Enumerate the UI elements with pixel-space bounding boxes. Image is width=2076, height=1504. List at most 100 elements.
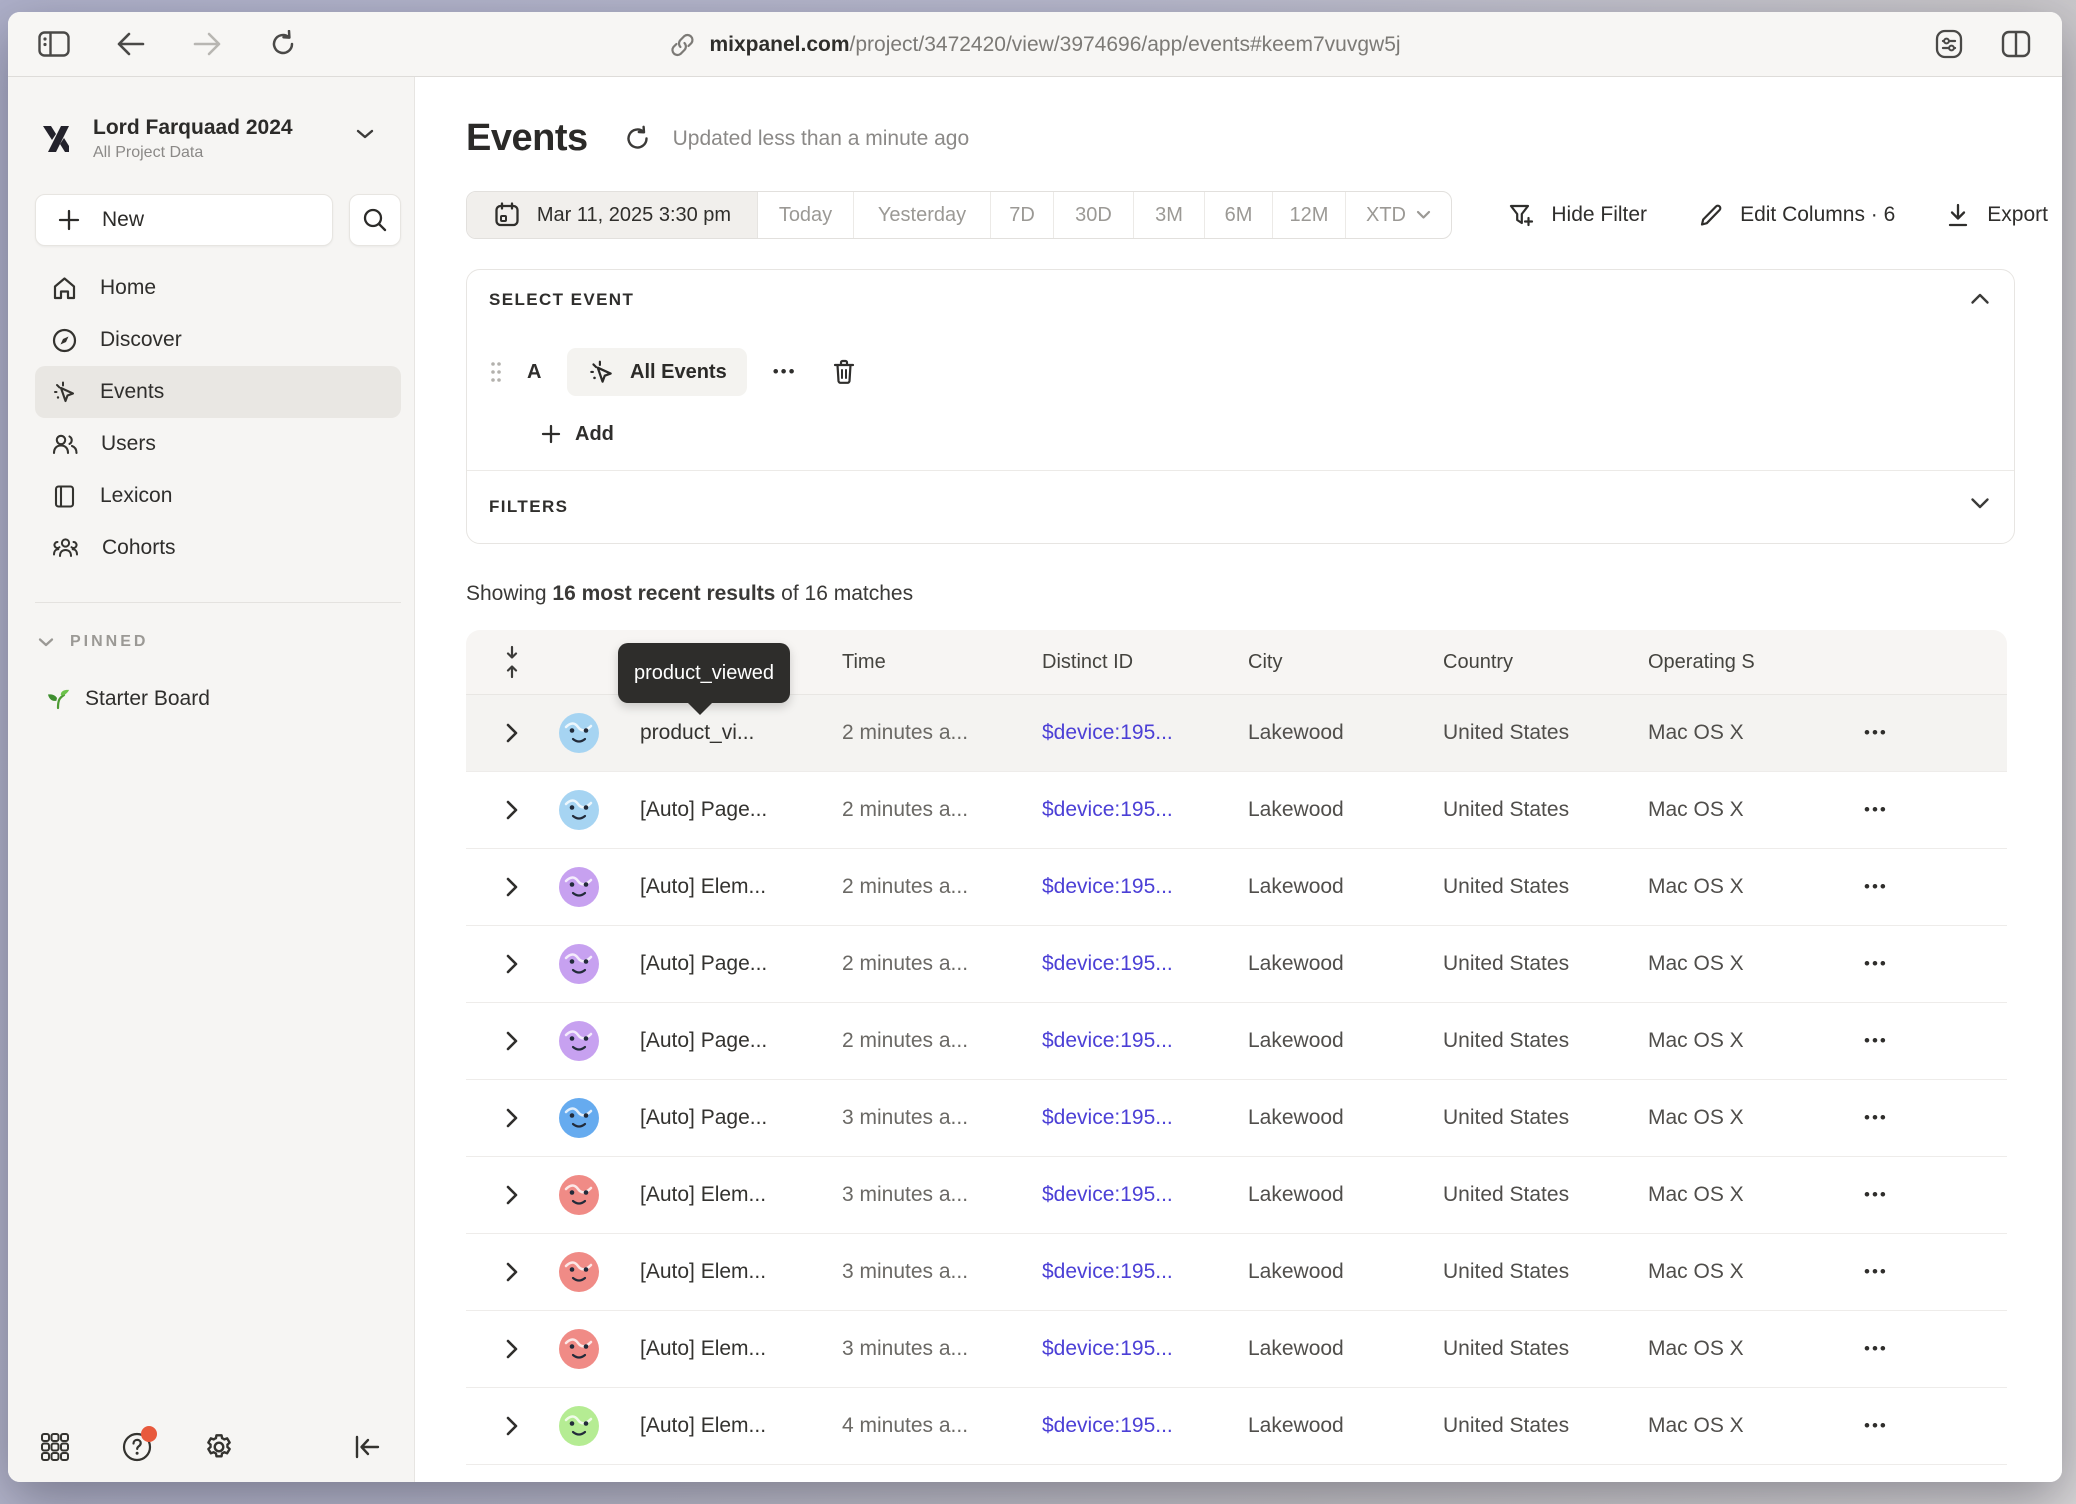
distinct-id-link[interactable]: $device:195...	[1042, 1183, 1173, 1206]
help-button[interactable]	[120, 1430, 154, 1464]
row-actions-button[interactable]: •••	[1864, 723, 1888, 743]
drag-handle-icon[interactable]	[489, 360, 503, 384]
back-button[interactable]	[113, 26, 149, 62]
date-tab-xtd[interactable]: XTD	[1346, 192, 1451, 238]
row-expander[interactable]	[466, 1107, 558, 1129]
date-tab-yesterday[interactable]: Yesterday	[854, 192, 991, 238]
delete-event-button[interactable]	[831, 358, 857, 386]
os-cell: Mac OS X	[1648, 1337, 1838, 1361]
row-actions-button[interactable]: •••	[1864, 800, 1888, 820]
collapse-sidebar-button[interactable]	[350, 1430, 384, 1464]
country-cell: United States	[1443, 1337, 1648, 1361]
date-tab-today[interactable]: Today	[758, 192, 854, 238]
edit-columns-button[interactable]: Edit Columns · 6	[1697, 202, 1895, 229]
date-tab-label: Today	[779, 204, 832, 227]
project-switcher[interactable]: Lord Farquaad 2024 All Project Data	[35, 115, 387, 162]
table-row[interactable]: [Auto] Elem...2 minutes a...$device:195.…	[466, 849, 2007, 926]
distinct-id-link[interactable]: $device:195...	[1042, 1029, 1173, 1052]
event-options-button[interactable]: •••	[773, 362, 797, 382]
settings-button[interactable]	[202, 1430, 236, 1464]
row-expander[interactable]	[466, 722, 558, 744]
distinct-id-link[interactable]: $device:195...	[1042, 721, 1173, 744]
split-view-button[interactable]	[1998, 26, 2034, 62]
export-label: Export	[1987, 203, 2048, 227]
distinct-id-column-header[interactable]: Distinct ID	[1042, 651, 1248, 674]
country-column-header[interactable]: Country	[1443, 651, 1648, 674]
date-tab-30d[interactable]: 30D	[1054, 192, 1134, 238]
compass-icon	[51, 327, 78, 354]
distinct-id-link[interactable]: $device:195...	[1042, 1337, 1173, 1360]
sidebar-item-cohorts[interactable]: Cohorts	[35, 522, 401, 574]
distinct-id-link[interactable]: $device:195...	[1042, 1414, 1173, 1437]
sidebar-item-events[interactable]: Events	[35, 366, 401, 418]
controls-row: Mar 11, 2025 3:30 pm Today Yesterday 7D …	[415, 191, 2062, 239]
table-row[interactable]: [Auto] Elem...3 minutes a...$device:195.…	[466, 1234, 2007, 1311]
sort-column-header[interactable]	[466, 645, 558, 679]
date-picker-segment[interactable]: Mar 11, 2025 3:30 pm	[467, 192, 758, 238]
pinned-header[interactable]: PINNED	[38, 633, 401, 651]
row-expander[interactable]	[466, 1415, 558, 1437]
add-label: Add	[575, 423, 614, 446]
row-actions-button[interactable]: •••	[1864, 1262, 1888, 1282]
distinct-id-link[interactable]: $device:195...	[1042, 1106, 1173, 1129]
row-actions-button[interactable]: •••	[1864, 1108, 1888, 1128]
refresh-data-button[interactable]	[624, 125, 651, 152]
table-row[interactable]	[466, 1465, 2007, 1477]
table-row[interactable]: [Auto] Elem...3 minutes a...$device:195.…	[466, 1311, 2007, 1388]
row-expander[interactable]	[466, 1338, 558, 1360]
page-settings-button[interactable]	[1931, 26, 1967, 62]
row-actions-button[interactable]: •••	[1864, 1185, 1888, 1205]
row-expander[interactable]	[466, 1184, 558, 1206]
os-column-header[interactable]: Operating S	[1648, 651, 1838, 674]
sidebar-item-discover[interactable]: Discover	[35, 314, 401, 366]
cursor-spark-icon	[587, 358, 616, 387]
table-row[interactable]: [Auto] Page...3 minutes a...$device:195.…	[466, 1080, 2007, 1157]
table-row[interactable]: [Auto] Page...2 minutes a...$device:195.…	[466, 772, 2007, 849]
distinct-id-link[interactable]: $device:195...	[1042, 798, 1173, 821]
table-row[interactable]: [Auto] Elem...4 minutes a...$device:195.…	[466, 1388, 2007, 1465]
url-bar[interactable]: mixpanel.com/project/3472420/view/397469…	[669, 12, 1400, 77]
row-actions-button[interactable]: •••	[1864, 877, 1888, 897]
search-button[interactable]	[349, 194, 401, 246]
page-header: Events Updated less than a minute ago	[466, 117, 2062, 160]
city-column-header[interactable]: City	[1248, 651, 1443, 674]
sidebar-item-home[interactable]: Home	[35, 262, 401, 314]
row-actions-button[interactable]: •••	[1864, 1416, 1888, 1436]
table-row[interactable]: [Auto] Page...2 minutes a...$device:195.…	[466, 1003, 2007, 1080]
distinct-id-link[interactable]: $device:195...	[1042, 1260, 1173, 1283]
add-event-button[interactable]: Add	[541, 414, 661, 454]
collapse-section-button[interactable]	[1970, 292, 1990, 305]
sidebar-item-users[interactable]: Users	[35, 418, 401, 470]
row-expander[interactable]	[466, 799, 558, 821]
row-actions-button[interactable]: •••	[1864, 1339, 1888, 1359]
sidebar-item-starter-board[interactable]: Starter Board	[35, 675, 401, 723]
apps-grid-button[interactable]	[38, 1430, 72, 1464]
export-button[interactable]: Export	[1945, 202, 2048, 229]
distinct-id-link[interactable]: $device:195...	[1042, 952, 1173, 975]
page-refresh-button[interactable]	[265, 26, 301, 62]
sidebar-item-lexicon[interactable]: Lexicon	[35, 470, 401, 522]
hide-filter-button[interactable]: Hide Filter	[1507, 201, 1647, 229]
table-row[interactable]: [Auto] Page...2 minutes a...$device:195.…	[466, 926, 2007, 1003]
forward-button[interactable]	[189, 26, 225, 62]
row-expander[interactable]	[466, 1030, 558, 1052]
row-actions-button[interactable]: •••	[1864, 1031, 1888, 1051]
row-actions-cell: •••	[1838, 1339, 2007, 1359]
sidebar-toggle-button[interactable]	[36, 26, 72, 62]
date-tab-12m[interactable]: 12M	[1273, 192, 1346, 238]
date-tab-6m[interactable]: 6M	[1205, 192, 1273, 238]
row-expander[interactable]	[466, 1261, 558, 1283]
event-select-pill[interactable]: All Events	[567, 348, 747, 396]
time-column-header[interactable]: Time	[842, 651, 1042, 674]
expand-section-button[interactable]	[1970, 497, 1990, 510]
table-row[interactable]: [Auto] Elem...3 minutes a...$device:195.…	[466, 1157, 2007, 1234]
date-tab-3m[interactable]: 3M	[1134, 192, 1205, 238]
row-actions-button[interactable]: •••	[1864, 954, 1888, 974]
row-expander[interactable]	[466, 876, 558, 898]
distinct-id-cell: $device:195...	[1042, 721, 1248, 745]
new-button[interactable]: New	[35, 194, 333, 246]
date-tab-7d[interactable]: 7D	[991, 192, 1054, 238]
city-cell: Lakewood	[1248, 1183, 1443, 1207]
row-expander[interactable]	[466, 953, 558, 975]
distinct-id-link[interactable]: $device:195...	[1042, 875, 1173, 898]
